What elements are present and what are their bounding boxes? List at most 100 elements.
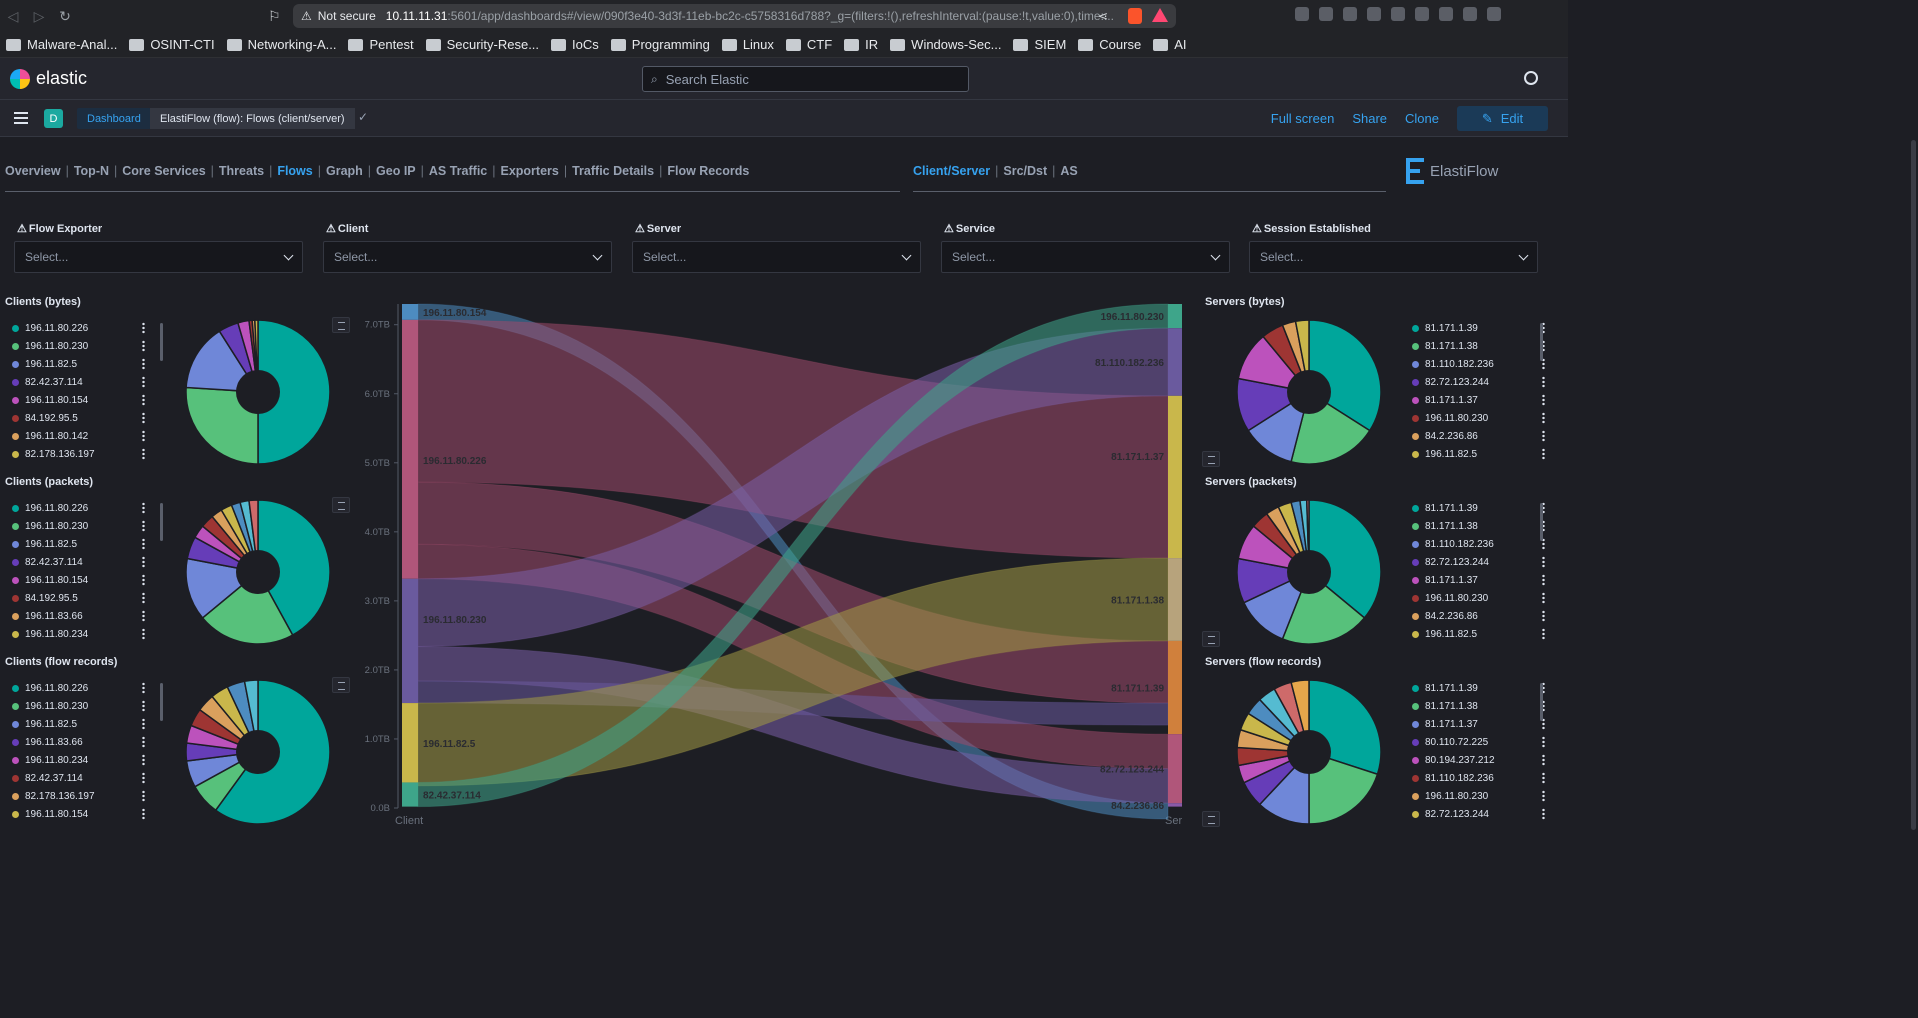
- legend-item[interactable]: 196.11.80.154: [5, 571, 145, 589]
- sankey-node-server[interactable]: [1168, 803, 1182, 807]
- kebab-menu-icon[interactable]: [1542, 556, 1545, 568]
- legend-item[interactable]: 82.42.37.114: [5, 373, 145, 391]
- kebab-menu-icon[interactable]: [1542, 448, 1545, 460]
- legend-item[interactable]: 82.72.123.244: [1405, 553, 1545, 571]
- control-select[interactable]: Select...: [1249, 241, 1538, 273]
- kebab-menu-icon[interactable]: [1542, 412, 1545, 424]
- rewards-icon[interactable]: [1152, 8, 1168, 22]
- legend-item[interactable]: 81.110.182.236: [1405, 355, 1545, 373]
- share-button[interactable]: Share: [1352, 111, 1387, 126]
- sankey-node-server[interactable]: [1168, 640, 1182, 735]
- legend-item[interactable]: 82.42.37.114: [5, 553, 145, 571]
- legend-item[interactable]: 196.11.80.142: [5, 427, 145, 445]
- tab-as[interactable]: AS: [1060, 164, 1077, 178]
- legend-item[interactable]: 196.11.83.66: [5, 607, 145, 625]
- kebab-menu-icon[interactable]: [142, 682, 145, 694]
- bookmark-folder[interactable]: Pentest: [348, 37, 414, 52]
- sankey-node-server[interactable]: [1168, 328, 1182, 396]
- kebab-menu-icon[interactable]: [142, 556, 145, 568]
- address-bar[interactable]: ⚠ Not secure 10.11.11.31 :5601/app/dashb…: [293, 4, 1176, 28]
- kebab-menu-icon[interactable]: [142, 772, 145, 784]
- tab-src-dst[interactable]: Src/Dst: [1003, 164, 1047, 178]
- search-input[interactable]: ⌕ Search Elastic: [642, 66, 969, 92]
- control-select[interactable]: Select...: [14, 241, 303, 273]
- legend-item[interactable]: 80.194.237.212: [1405, 751, 1545, 769]
- legend-item[interactable]: 196.11.80.226: [5, 499, 145, 517]
- legend-item[interactable]: 81.171.1.39: [1405, 679, 1545, 697]
- forward-icon[interactable]: ▷: [26, 8, 52, 25]
- legend-item[interactable]: 81.110.182.236: [1405, 535, 1545, 553]
- control-select[interactable]: Select...: [323, 241, 612, 273]
- extension-icon[interactable]: [1319, 7, 1333, 21]
- sidebar-icon[interactable]: [1463, 7, 1477, 21]
- extension-icon[interactable]: [1367, 7, 1381, 21]
- space-avatar[interactable]: D: [44, 109, 63, 128]
- bookmark-folder[interactable]: Course: [1078, 37, 1141, 52]
- legend-item[interactable]: 196.11.80.226: [5, 319, 145, 337]
- kebab-menu-icon[interactable]: [142, 790, 145, 802]
- legend-item[interactable]: 81.171.1.38: [1405, 517, 1545, 535]
- legend-item[interactable]: 196.11.80.230: [1405, 589, 1545, 607]
- bookmark-folder[interactable]: SIEM: [1013, 37, 1066, 52]
- legend-item[interactable]: 81.171.1.38: [1405, 337, 1545, 355]
- legend-item[interactable]: 196.11.80.230: [5, 517, 145, 535]
- legend-item[interactable]: 196.11.82.5: [1405, 445, 1545, 463]
- kebab-menu-icon[interactable]: [142, 700, 145, 712]
- extension-icon[interactable]: [1391, 7, 1405, 21]
- sankey-node-client[interactable]: [402, 703, 418, 783]
- control-select[interactable]: Select...: [632, 241, 921, 273]
- legend-toggle-icon[interactable]: [1202, 451, 1220, 467]
- kebab-menu-icon[interactable]: [1542, 772, 1545, 784]
- tab-core-services[interactable]: Core Services: [122, 164, 205, 178]
- legend-item[interactable]: 196.11.82.5: [5, 535, 145, 553]
- legend-scrollbar[interactable]: [160, 683, 163, 721]
- control-select[interactable]: Select...: [941, 241, 1230, 273]
- legend-scrollbar[interactable]: [160, 323, 163, 361]
- bookmark-folder[interactable]: Malware-Anal...: [6, 37, 117, 52]
- bookmark-folder[interactable]: Networking-A...: [226, 37, 336, 52]
- legend-toggle-icon[interactable]: [1202, 631, 1220, 647]
- legend-scrollbar[interactable]: [1540, 683, 1543, 721]
- kebab-menu-icon[interactable]: [142, 430, 145, 442]
- wallet-icon[interactable]: [1487, 7, 1501, 21]
- legend-item[interactable]: 196.11.80.154: [5, 805, 145, 823]
- bookmark-folder[interactable]: OSINT-CTI: [129, 37, 215, 52]
- sankey-node-server[interactable]: [1168, 304, 1182, 329]
- legend-item[interactable]: 82.72.123.244: [1405, 805, 1545, 823]
- kebab-menu-icon[interactable]: [142, 394, 145, 406]
- kebab-menu-icon[interactable]: [1542, 430, 1545, 442]
- legend-item[interactable]: 81.171.1.39: [1405, 319, 1545, 337]
- sankey-node-server[interactable]: [1168, 558, 1182, 641]
- tab-traffic-details[interactable]: Traffic Details: [572, 164, 654, 178]
- scrollbar-thumb[interactable]: [1911, 140, 1916, 830]
- sankey-node-client[interactable]: [402, 304, 418, 320]
- legend-toggle-icon[interactable]: [332, 677, 350, 693]
- tab-top-n[interactable]: Top-N: [74, 164, 109, 178]
- kebab-menu-icon[interactable]: [142, 448, 145, 460]
- kebab-menu-icon[interactable]: [1542, 394, 1545, 406]
- tab-client-server[interactable]: Client/Server: [913, 164, 990, 178]
- legend-item[interactable]: 196.11.82.5: [5, 715, 145, 733]
- legend-item[interactable]: 84.192.95.5: [5, 589, 145, 607]
- bookmark-folder[interactable]: IR: [844, 37, 878, 52]
- legend-item[interactable]: 196.11.80.234: [5, 625, 145, 643]
- tab-threats[interactable]: Threats: [219, 164, 264, 178]
- kebab-menu-icon[interactable]: [1542, 592, 1545, 604]
- kebab-menu-icon[interactable]: [142, 520, 145, 532]
- music-icon[interactable]: [1439, 7, 1453, 21]
- edit-button[interactable]: ✎ Edit: [1457, 106, 1548, 131]
- sankey-node-client[interactable]: [402, 578, 418, 704]
- legend-item[interactable]: 81.171.1.37: [1405, 571, 1545, 589]
- kebab-menu-icon[interactable]: [142, 340, 145, 352]
- brave-shield-icon[interactable]: [1128, 8, 1142, 24]
- legend-item[interactable]: 81.110.182.236: [1405, 769, 1545, 787]
- kebab-menu-icon[interactable]: [1542, 754, 1545, 766]
- legend-item[interactable]: 196.11.80.230: [5, 337, 145, 355]
- legend-item[interactable]: 196.11.82.5: [1405, 625, 1545, 643]
- kebab-menu-icon[interactable]: [142, 754, 145, 766]
- tab-as-traffic[interactable]: AS Traffic: [429, 164, 487, 178]
- bookmark-folder[interactable]: Windows-Sec...: [890, 37, 1001, 52]
- kebab-menu-icon[interactable]: [142, 808, 145, 820]
- kebab-menu-icon[interactable]: [142, 376, 145, 388]
- reload-icon[interactable]: ↻: [52, 8, 78, 25]
